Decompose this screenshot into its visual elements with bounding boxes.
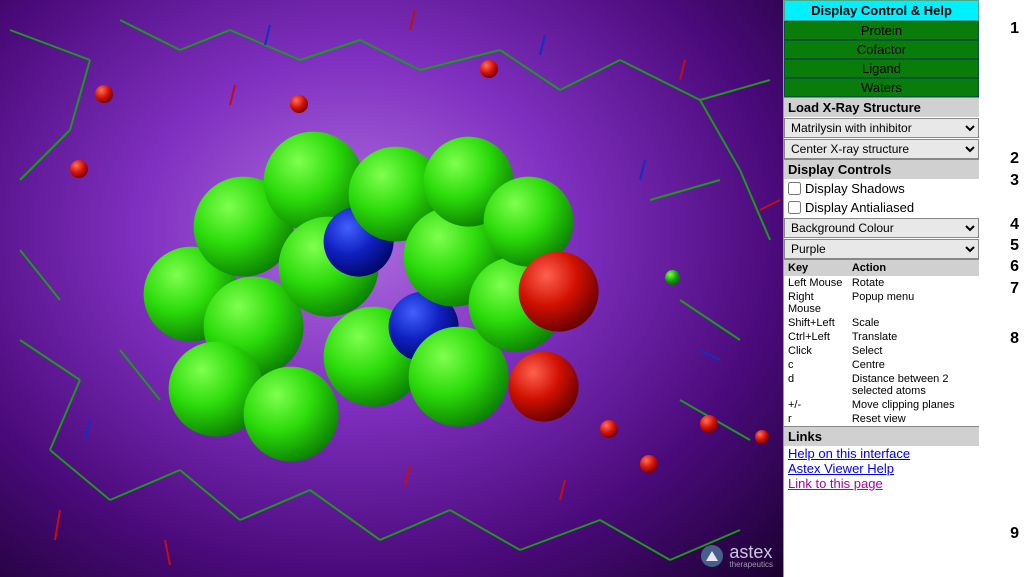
key-cell: c <box>784 358 848 372</box>
panel-waters[interactable]: Waters <box>784 78 979 97</box>
load-structure-header: Load X-Ray Structure <box>784 97 979 117</box>
display-controls-header: Display Controls <box>784 159 979 179</box>
bgcolor-label-select[interactable]: Background Colour <box>784 218 979 238</box>
link-item[interactable]: Help on this interface <box>788 446 975 461</box>
display-antialiased-checkbox[interactable] <box>788 201 801 214</box>
center-select[interactable]: Center X-ray structure <box>784 139 979 159</box>
annot-4: 4 <box>1010 216 1019 234</box>
display-shadows-row[interactable]: Display Shadows <box>784 179 979 198</box>
key-cell: d <box>784 372 848 398</box>
key-cell: Left Mouse <box>784 276 848 290</box>
annot-7: 7 <box>1010 280 1019 298</box>
key-cell: Shift+Left <box>784 316 848 330</box>
key-row: +/-Move clipping planes <box>784 398 979 412</box>
links-header: Links <box>784 426 979 446</box>
molecule-viewer[interactable]: astextherapeutics <box>0 0 783 577</box>
astex-logo: astextherapeutics <box>701 542 773 569</box>
display-shadows-checkbox[interactable] <box>788 182 801 195</box>
annot-5: 5 <box>1010 237 1019 255</box>
link-item[interactable]: Link to this page <box>788 476 975 491</box>
action-cell: Select <box>848 344 979 358</box>
key-row: Left MouseRotate <box>784 276 979 290</box>
logo-text: astex <box>729 542 772 562</box>
link-item[interactable]: Astex Viewer Help <box>788 461 975 476</box>
action-cell: Popup menu <box>848 290 979 316</box>
key-row: dDistance between 2 selected atoms <box>784 372 979 398</box>
key-cell: Click <box>784 344 848 358</box>
display-shadows-label: Display Shadows <box>805 181 905 196</box>
action-cell: Move clipping planes <box>848 398 979 412</box>
sidebar: Display Control & Help Protein Cofactor … <box>783 0 979 577</box>
panel-cofactor[interactable]: Cofactor <box>784 40 979 59</box>
key-row: cCentre <box>784 358 979 372</box>
key-cell: +/- <box>784 398 848 412</box>
sidebar-title: Display Control & Help <box>784 0 979 21</box>
panel-ligand[interactable]: Ligand <box>784 59 979 78</box>
annotation-numbers: 1 2 3 4 5 6 7 8 9 <box>979 0 1027 577</box>
key-row: ClickSelect <box>784 344 979 358</box>
structure-select[interactable]: Matrilysin with inhibitor <box>784 118 979 138</box>
annot-2: 2 <box>1010 150 1019 168</box>
panel-protein[interactable]: Protein <box>784 21 979 40</box>
logo-subtext: therapeutics <box>729 560 773 569</box>
logo-icon <box>701 545 723 567</box>
ligand-spheres <box>113 106 593 486</box>
key-cell: r <box>784 412 848 426</box>
annot-3: 3 <box>1010 172 1019 190</box>
action-cell: Distance between 2 selected atoms <box>848 372 979 398</box>
links-list: Help on this interfaceAstex Viewer HelpL… <box>784 446 979 495</box>
key-header: Key <box>784 260 848 277</box>
key-cell: Right Mouse <box>784 290 848 316</box>
action-cell: Centre <box>848 358 979 372</box>
key-row: Shift+LeftScale <box>784 316 979 330</box>
action-header: Action <box>848 260 979 277</box>
key-row: rReset view <box>784 412 979 426</box>
action-cell: Reset view <box>848 412 979 426</box>
key-row: Ctrl+LeftTranslate <box>784 330 979 344</box>
action-cell: Translate <box>848 330 979 344</box>
display-antialiased-label: Display Antialiased <box>805 200 914 215</box>
annot-8: 8 <box>1010 330 1019 348</box>
key-cell: Ctrl+Left <box>784 330 848 344</box>
display-antialiased-row[interactable]: Display Antialiased <box>784 198 979 217</box>
key-row: Right MousePopup menu <box>784 290 979 316</box>
key-action-table: KeyAction Left MouseRotateRight MousePop… <box>784 259 979 426</box>
bgcolor-value-select[interactable]: Purple <box>784 239 979 259</box>
action-cell: Scale <box>848 316 979 330</box>
annot-9: 9 <box>1010 525 1019 543</box>
annot-1: 1 <box>1010 20 1019 38</box>
annot-6: 6 <box>1010 258 1019 276</box>
action-cell: Rotate <box>848 276 979 290</box>
